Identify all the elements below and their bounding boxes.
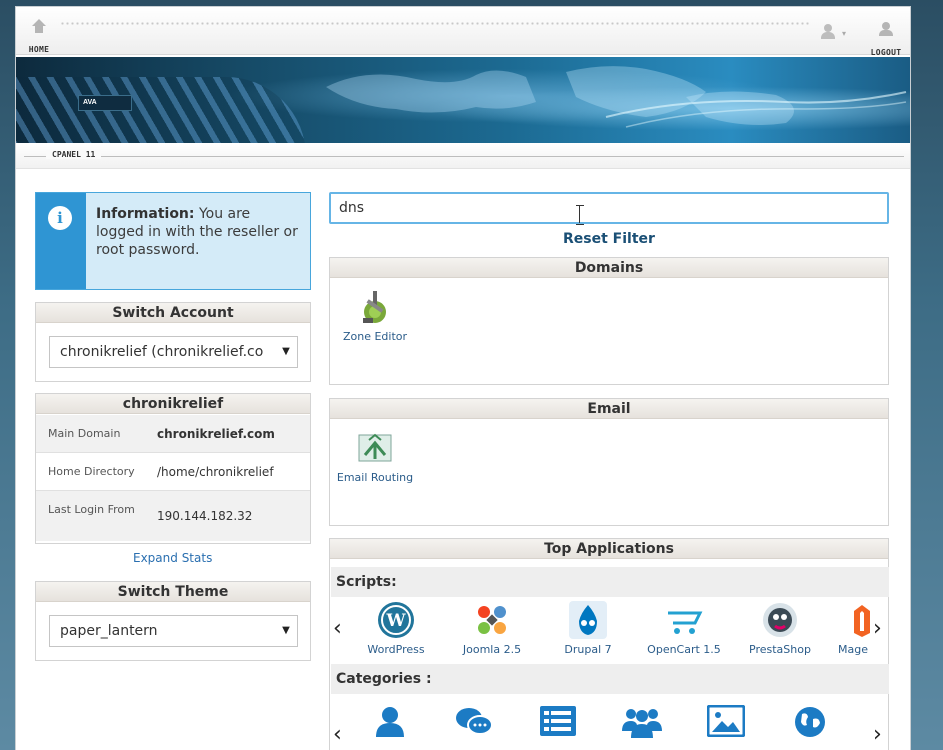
zone-editor-icon [363, 291, 386, 323]
app-joomla-label: Joomla 2.5 [462, 643, 522, 656]
logout-button[interactable]: LOGOUT [868, 22, 904, 59]
category-item[interactable] [518, 705, 598, 741]
app-magento[interactable]: Mage [830, 601, 878, 656]
magento-icon [854, 605, 870, 637]
email-panel: Email Email Routing [329, 398, 889, 526]
opencart-icon [668, 611, 703, 634]
product-label: CPANEL 11 [46, 150, 102, 159]
information-notice: i Information: You are logged in with th… [35, 192, 311, 290]
categories-heading: Categories : [331, 664, 889, 694]
switch-account-title: Switch Account [36, 303, 310, 323]
stats-table: Main Domain chronikrelief.com Home Direc… [36, 415, 310, 541]
info-title: Information: [96, 206, 195, 222]
stats-row-last-login: Last Login From 190.144.182.32 [36, 491, 310, 541]
search-input[interactable]: dns [329, 192, 889, 224]
switch-account-panel: Switch Account chronikrelief (chronikrel… [35, 302, 311, 382]
switch-account-value: chronikrelief (chronikrelief.co [60, 344, 264, 360]
top-applications-panel: Top Applications Scripts: ‹ › W WordPres… [329, 538, 889, 750]
stats-key: Home Directory [48, 465, 135, 478]
domains-title: Domains [330, 258, 888, 278]
reset-filter-link[interactable]: Reset Filter [563, 231, 655, 247]
chevron-down-icon: ▼ [275, 616, 297, 646]
user-menu-icon[interactable] [821, 24, 835, 39]
home-icon [32, 19, 46, 33]
home-button[interactable]: HOME [24, 19, 54, 56]
switch-theme-value: paper_lantern [60, 623, 158, 639]
account-stats-panel: chronikrelief Main Domain chronikrelief.… [35, 393, 311, 544]
switch-theme-select[interactable]: paper_lantern ▼ [49, 615, 298, 647]
switch-theme-title: Switch Theme [36, 582, 310, 602]
app-magento-label: Mage [838, 643, 868, 656]
switch-theme-panel: Switch Theme paper_lantern ▼ [35, 581, 311, 661]
scripts-prev-arrow-icon[interactable]: ‹ [333, 616, 342, 641]
stats-key: Last Login From [48, 503, 135, 516]
image-icon [707, 705, 745, 737]
home-label: HOME [28, 45, 50, 54]
category-item[interactable] [434, 705, 514, 743]
switch-account-select[interactable]: chronikrelief (chronikrelief.co ▼ [49, 336, 298, 368]
world-map-graphic [326, 66, 907, 128]
cpanel-window: HOME ▾ LOGOUT AVA CPANEL 11 i Informatio… [15, 6, 911, 750]
sub-bar: CPANEL 11 [16, 143, 910, 169]
categories-prev-arrow-icon[interactable]: ‹ [333, 722, 342, 747]
drupal-icon [569, 601, 607, 639]
category-item[interactable] [350, 705, 430, 743]
joomla-icon [478, 606, 506, 634]
app-prestashop[interactable]: PrestaShop [734, 601, 826, 656]
email-title: Email [330, 399, 888, 419]
top-applications-title: Top Applications [330, 539, 888, 559]
stats-row-home-directory: Home Directory /home/chronikrelief [36, 453, 310, 491]
app-joomla[interactable]: Joomla 2.5 [446, 601, 538, 656]
search-input-value: dns [339, 200, 365, 216]
zone-editor-label: Zone Editor [342, 330, 408, 343]
account-name-title: chronikrelief [36, 394, 310, 414]
categories-next-arrow-icon[interactable]: › [873, 722, 882, 747]
top-bar: HOME ▾ LOGOUT [16, 7, 910, 57]
brand-logo: AVA [78, 95, 132, 111]
category-item[interactable] [770, 705, 850, 743]
zone-editor-link[interactable]: Zone Editor [330, 288, 420, 343]
stats-row-main-domain: Main Domain chronikrelief.com [36, 415, 310, 453]
category-item[interactable] [602, 705, 682, 743]
svg-text:W: W [385, 611, 406, 631]
list-icon [540, 706, 576, 736]
logout-icon [879, 22, 893, 36]
prestashop-icon [763, 603, 797, 637]
stats-value: chronikrelief.com [157, 427, 275, 441]
app-drupal-label: Drupal 7 [564, 643, 612, 656]
chat-icon [456, 708, 493, 735]
email-routing-label: Email Routing [336, 471, 414, 484]
scripts-heading: Scripts: [331, 567, 889, 597]
banner-cables-graphic [16, 77, 306, 143]
app-opencart-label: OpenCart 1.5 [647, 643, 721, 656]
wordpress-icon: W [378, 602, 414, 638]
app-opencart[interactable]: OpenCart 1.5 [638, 601, 730, 656]
info-icon: i [48, 206, 72, 230]
category-item[interactable] [686, 705, 766, 741]
email-routing-icon [358, 433, 392, 462]
chevron-down-icon: ▼ [275, 337, 297, 367]
logout-label: LOGOUT [870, 48, 902, 57]
stats-value: /home/chronikrelief [157, 465, 274, 479]
app-wordpress[interactable]: W WordPress [350, 601, 442, 656]
brand-logo-text: AVA [83, 99, 97, 106]
header-banner: AVA [16, 57, 910, 143]
app-wordpress-label: WordPress [367, 643, 425, 656]
globe-icon [795, 707, 825, 737]
stats-value: 190.144.182.32 [157, 509, 253, 523]
top-bar-dots [60, 21, 810, 27]
user-icon [376, 707, 404, 737]
domains-panel: Domains Zone Editor [329, 257, 889, 385]
app-prestashop-label: PrestaShop [749, 643, 811, 656]
expand-stats-link[interactable]: Expand Stats [133, 551, 212, 565]
email-routing-link[interactable]: Email Routing [330, 429, 420, 484]
group-icon [622, 709, 662, 738]
app-drupal[interactable]: Drupal 7 [542, 601, 634, 656]
stats-key: Main Domain [48, 427, 121, 440]
user-menu-caret-icon[interactable]: ▾ [842, 29, 846, 38]
text-cursor-icon [576, 205, 584, 225]
